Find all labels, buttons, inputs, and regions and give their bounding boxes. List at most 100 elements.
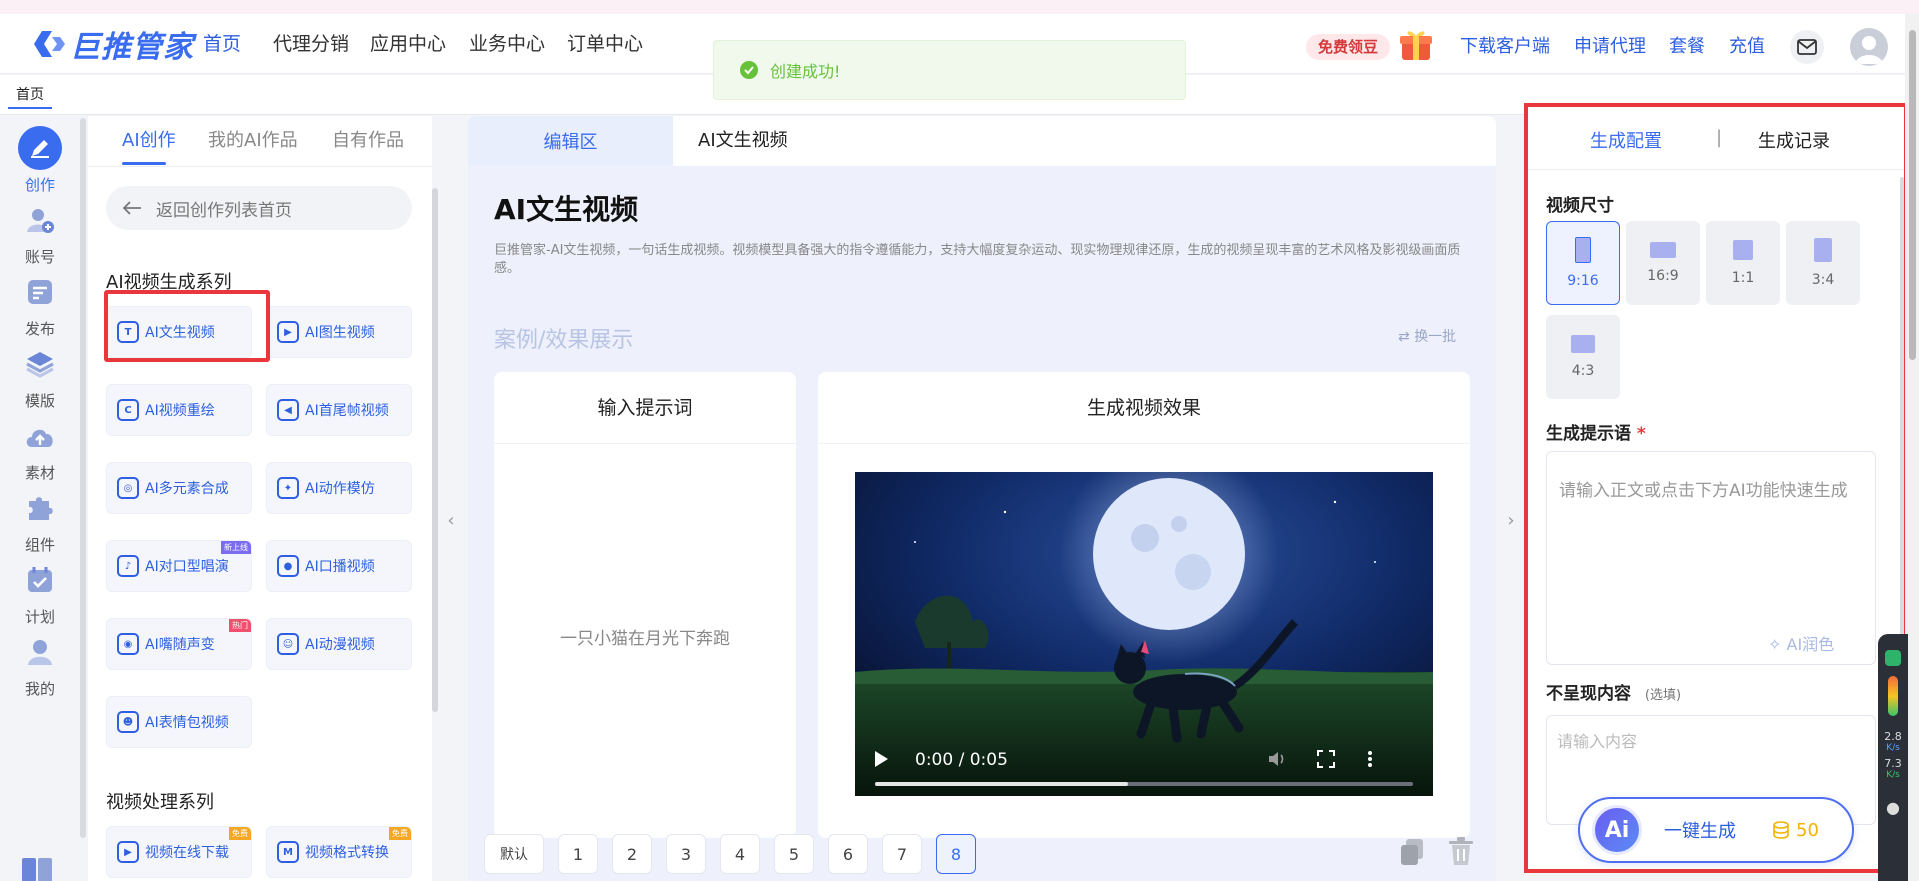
generate-label: 一键生成 — [1664, 821, 1736, 842]
page-8[interactable]: 8 — [936, 834, 976, 874]
feature-motion-mimic[interactable]: ✦ AI动作模仿 — [266, 462, 412, 514]
page-5[interactable]: 5 — [774, 834, 814, 874]
recharge-link[interactable]: 充值 — [1729, 32, 1765, 58]
more-vertical-icon[interactable] — [1367, 750, 1373, 768]
size-option-9-16[interactable]: 9:16 — [1546, 221, 1620, 305]
nav-apps[interactable]: 应用中心 — [370, 14, 446, 74]
feature-first-last-frame[interactable]: ◀ AI首尾帧视频 — [266, 384, 412, 436]
tab-t2v[interactable]: AI文生视频 — [698, 116, 788, 166]
feature-voice-lip[interactable]: ◉ AI嘴随声变 热门 — [106, 618, 252, 670]
feature-multi-element[interactable]: ◎ AI多元素合成 — [106, 462, 252, 514]
feature-i2v[interactable]: ▶ AI图生视频 — [266, 306, 412, 358]
feature-lip-sync-sing[interactable]: ♪ AI对口型唱演 新上线 — [106, 540, 252, 592]
tab-my-ai-works[interactable]: 我的AI作品 — [208, 126, 298, 152]
page-4[interactable]: 4 — [720, 834, 760, 874]
rail-item-mine[interactable]: 我的 — [0, 630, 80, 699]
free-beans-badge[interactable]: 免费领豆 — [1306, 34, 1391, 60]
page-7[interactable]: 7 — [882, 834, 922, 874]
panel-scrollbar[interactable] — [432, 188, 438, 712]
rail-item-component[interactable]: 组件 — [0, 486, 80, 555]
size-option-1-1[interactable]: 1:1 — [1706, 221, 1780, 305]
mouth-icon: ◉ — [117, 633, 139, 655]
feature-anime-video[interactable]: ☺ AI动漫视频 — [266, 618, 412, 670]
feature-emoji-video[interactable]: ☻ AI表情包视频 — [106, 696, 252, 748]
square-shape-icon — [1733, 240, 1753, 260]
nav-home[interactable]: 首页 — [203, 14, 241, 74]
video-time: 0:00 / 0:05 — [915, 750, 1008, 770]
success-toast: 创建成功! — [713, 40, 1186, 100]
chat-icon: ● — [1886, 798, 1900, 817]
rail-label: 素材 — [24, 464, 55, 482]
generate-button[interactable]: Ai 一键生成 50 — [1578, 797, 1854, 863]
page-2[interactable]: 2 — [612, 834, 652, 874]
tab-home[interactable]: 首页 — [8, 81, 52, 109]
network-speed-widget[interactable]: 2.8 K/s 7.3 K/s ● — [1878, 634, 1908, 881]
refresh-batch-button[interactable]: ⇄ 换一批 — [1398, 326, 1456, 346]
example-video[interactable]: 0:00 / 0:05 — [855, 472, 1433, 796]
rail-item-account[interactable]: 账号 — [0, 198, 80, 267]
page-6[interactable]: 6 — [828, 834, 868, 874]
logo[interactable]: 巨推管家 — [32, 28, 194, 65]
feature-talking-video[interactable]: ● AI口播视频 — [266, 540, 412, 592]
book-icon[interactable] — [20, 852, 56, 881]
editor-area: 编辑区 AI文生视频 AI文生视频 巨推管家-AI文生视频，一句话生成视频。视频… — [468, 116, 1496, 881]
copy-icon[interactable] — [1400, 838, 1424, 866]
tab-ai-create[interactable]: AI创作 — [122, 126, 176, 152]
avatar[interactable] — [1850, 28, 1888, 66]
feature-format-convert[interactable]: M 视频格式转换 免费 — [266, 826, 412, 878]
volume-icon[interactable] — [1267, 750, 1287, 768]
cloud-upload-icon — [18, 414, 62, 458]
collapse-left-chevron-icon[interactable]: ‹ — [440, 500, 462, 540]
size-option-16-9[interactable]: 16:9 — [1626, 221, 1700, 305]
rail-label: 组件 — [24, 536, 55, 554]
feature-video-download[interactable]: ▶ 视频在线下载 免费 — [106, 826, 252, 878]
mail-button[interactable] — [1790, 30, 1824, 64]
rail-item-publish[interactable]: 发布 — [0, 270, 80, 339]
page-description: 巨推管家-AI文生视频，一句话生成视频。视频模型具备强大的指令遵循能力，支持大幅… — [494, 243, 1461, 276]
nav-orders[interactable]: 订单中心 — [567, 14, 643, 74]
new-badge: 新上线 — [221, 541, 251, 554]
rail-scrollbar[interactable] — [80, 118, 86, 838]
swap-icon: ⇄ — [1398, 329, 1415, 345]
size-option-4-3[interactable]: 4:3 — [1546, 315, 1620, 399]
package-link[interactable]: 套餐 — [1669, 32, 1705, 58]
feature-label: AI首尾帧视频 — [305, 403, 389, 419]
page-1[interactable]: 1 — [558, 834, 598, 874]
page-3[interactable]: 3 — [666, 834, 706, 874]
tab-edit-area[interactable]: 编辑区 — [468, 116, 673, 166]
negative-placeholder: 请输入内容 — [1557, 732, 1638, 751]
size-option-3-4[interactable]: 3:4 — [1786, 221, 1860, 305]
pagination: 默认 1 2 3 4 5 6 7 8 — [484, 834, 976, 874]
download-client-link[interactable]: 下载客户端 — [1460, 32, 1550, 58]
rail-item-template[interactable]: 模版 — [0, 342, 80, 411]
multi-element-icon: ◎ — [117, 477, 139, 499]
collapse-right-chevron-icon[interactable]: › — [1500, 500, 1522, 540]
apply-agent-link[interactable]: 申请代理 — [1574, 32, 1646, 58]
page-default[interactable]: 默认 — [484, 834, 544, 874]
tab-own-works[interactable]: 自有作品 — [332, 126, 404, 152]
video-progress-bar[interactable] — [875, 782, 1413, 786]
feature-redraw[interactable]: C AI视频重绘 — [106, 384, 252, 436]
fullscreen-icon[interactable] — [1317, 750, 1335, 768]
nav-agent[interactable]: 代理分销 — [273, 14, 349, 74]
rail-item-material[interactable]: 素材 — [0, 414, 80, 483]
back-to-list-button[interactable]: 返回创作列表首页 — [106, 186, 412, 230]
coin-stack-icon — [1773, 821, 1789, 839]
logo-text: 巨推管家 — [70, 30, 194, 65]
ai-polish-button[interactable]: ✧ AI润色 — [1768, 631, 1834, 655]
tab-generation-config[interactable]: 生成配置 — [1590, 127, 1662, 153]
feature-panel: AI创作 我的AI作品 自有作品 返回创作列表首页 AI视频生成系列 T AI文生… — [88, 116, 432, 881]
feature-label: AI多元素合成 — [145, 481, 229, 497]
rail-item-plan[interactable]: 计划 — [0, 558, 80, 627]
tab-generation-records[interactable]: 生成记录 — [1758, 127, 1830, 153]
gift-icon[interactable] — [1398, 26, 1434, 62]
ai-logo-icon: Ai — [1592, 805, 1642, 855]
page-scrollbar-thumb[interactable] — [1909, 30, 1916, 360]
anime-icon: ☺ — [277, 633, 299, 655]
upload-speed: 2.8 — [1884, 730, 1902, 743]
download-video-icon: ▶ — [117, 841, 139, 863]
trash-icon[interactable] — [1448, 836, 1474, 866]
nav-business[interactable]: 业务中心 — [469, 14, 545, 74]
rail-item-create[interactable]: 创作 — [0, 126, 80, 195]
play-icon[interactable] — [873, 750, 889, 768]
